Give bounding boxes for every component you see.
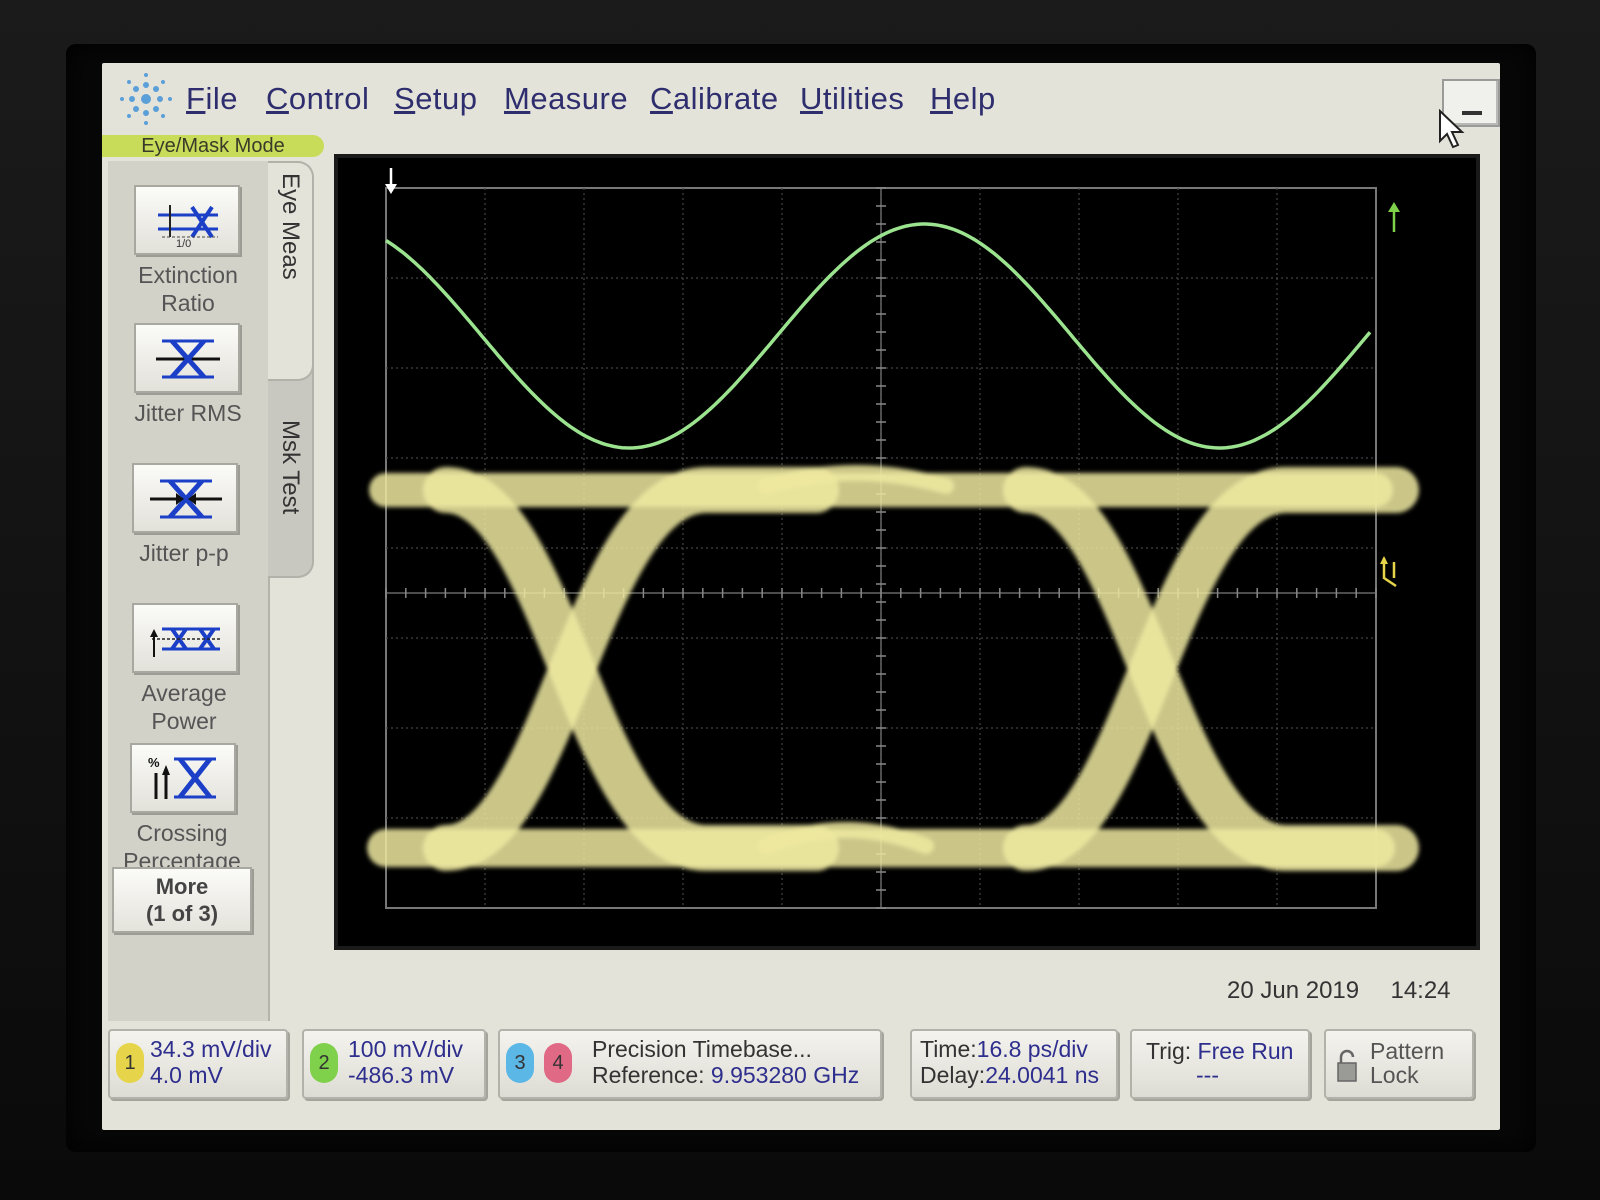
channel1-marker-icon <box>1380 556 1397 588</box>
trigger-status[interactable]: Trig: Free Run --- <box>1130 1029 1310 1099</box>
mode-label: Eye/Mask Mode <box>102 135 324 157</box>
agilent-spark-logo-icon <box>120 73 172 125</box>
menu-bar: File Control Setup Measure Calibrate Uti… <box>102 63 1500 149</box>
crossing-percentage-button[interactable]: % <box>130 743 236 813</box>
channel2-scale: 100 mV/div <box>348 1036 464 1062</box>
tab-eye-meas[interactable]: Eye Meas <box>268 161 314 381</box>
lock-icon <box>1337 1049 1357 1082</box>
datetime: 20 Jun 2019 14:24 <box>1227 977 1451 1005</box>
trigger-label: Trig: <box>1146 1038 1192 1064</box>
delay-value: 24.0041 ns <box>985 1062 1100 1088</box>
crossing-percentage-label-line1: Crossing <box>136 820 228 846</box>
jitter-pp-label-line1: Jitter p-p <box>139 540 229 566</box>
delay: Delay:24.0041 ns <box>920 1063 1099 1088</box>
channel1-status[interactable]: 1 34.3 mV/div 4.0 mV <box>108 1029 288 1099</box>
menu-utilities[interactable]: Utilities <box>800 81 904 117</box>
tab-eye-meas-label: Eye Meas <box>277 173 304 280</box>
svg-text:1/0: 1/0 <box>176 238 191 249</box>
crossing-percentage-icon: % <box>148 755 216 799</box>
channel2-status[interactable]: 2 100 mV/div -486.3 mV <box>302 1029 486 1099</box>
jitter-rms-icon <box>156 339 220 379</box>
tab-msk-test-label: Msk Test <box>277 420 304 515</box>
menu-measure[interactable]: Measure <box>504 81 628 117</box>
timebase-title: Precision Timebase... <box>592 1036 812 1062</box>
average-power-icon <box>150 627 222 657</box>
horizontal-status[interactable]: Time:16.8 ps/div Delay:24.0041 ns <box>910 1029 1118 1099</box>
extinction-ratio-label-line1: Extinction <box>138 262 238 288</box>
average-power-label-line2: Power <box>151 708 217 734</box>
svg-text:%: % <box>148 755 160 770</box>
channel4-indicator: 4 <box>544 1043 572 1083</box>
more-button-line2: (1 of 3) <box>145 901 219 926</box>
channel3-indicator: 3 <box>506 1043 534 1083</box>
timebase-reference: Reference: 9.953280 GHz <box>592 1063 859 1088</box>
menu-setup[interactable]: Setup <box>394 81 478 117</box>
pattern-lock-line1: Pattern <box>1370 1038 1445 1064</box>
date-text: 20 Jun 2019 <box>1227 977 1360 1004</box>
extinction-ratio-label: Extinction Ratio <box>108 261 268 317</box>
menu-calibrate[interactable]: Calibrate <box>650 81 779 117</box>
extinction-ratio-icon: 1/0 <box>158 205 218 249</box>
timebase-status[interactable]: 3 4 Precision Timebase... Reference: 9.9… <box>498 1029 882 1099</box>
menu-help[interactable]: Help <box>930 81 996 117</box>
channel2-marker-icon <box>1388 202 1400 232</box>
waveform-display[interactable] <box>338 158 1476 946</box>
channel2-indicator: 2 <box>310 1043 338 1083</box>
jitter-rms-label-line1: Jitter RMS <box>134 400 242 426</box>
jitter-rms-button[interactable] <box>134 323 240 393</box>
jitter-pp-icon <box>150 479 222 519</box>
jitter-pp-label: Jitter p-p <box>104 539 264 567</box>
channel1-indicator: 1 <box>116 1043 144 1083</box>
eye-diagram-trace <box>367 465 1419 871</box>
reference-label: Reference: <box>592 1062 705 1088</box>
more-button-line1: More <box>155 874 209 899</box>
pattern-lock-line2: Lock <box>1370 1062 1419 1088</box>
pattern-lock-button[interactable]: Pattern Lock <box>1324 1029 1474 1099</box>
menu-file[interactable]: File <box>186 81 238 117</box>
clock-sine-trace <box>385 222 1372 450</box>
extinction-ratio-button[interactable]: 1/0 <box>134 185 240 255</box>
trigger-value: Free Run <box>1197 1038 1294 1064</box>
reference-value: 9.953280 GHz <box>710 1062 860 1088</box>
trigger-mode: Trig: Free Run <box>1146 1039 1293 1064</box>
channel1-scale: 34.3 mV/div <box>150 1036 272 1062</box>
jitter-rms-label: Jitter RMS <box>108 399 268 427</box>
time-text: 14:24 <box>1390 977 1451 1004</box>
more-button[interactable]: More (1 of 3) <box>112 867 252 933</box>
average-power-label-line1: Average <box>141 680 227 706</box>
time-label: Time: <box>920 1036 977 1062</box>
trigger-sub: --- <box>1196 1062 1219 1088</box>
channel2-offset: -486.3 mV <box>348 1062 455 1088</box>
menu-control[interactable]: Control <box>266 81 369 117</box>
scope-ui: File Control Setup Measure Calibrate Uti… <box>102 63 1500 1130</box>
delay-label: Delay: <box>920 1062 986 1088</box>
time-value: 16.8 ps/div <box>976 1036 1088 1062</box>
waveform-graticule <box>367 168 1419 909</box>
extinction-ratio-label-line2: Ratio <box>161 290 215 316</box>
average-power-label: Average Power <box>104 679 264 735</box>
mouse-cursor-icon <box>1439 109 1465 149</box>
time-per-div: Time:16.8 ps/div <box>920 1037 1088 1062</box>
channel1-offset: 4.0 mV <box>150 1062 223 1088</box>
average-power-button[interactable] <box>132 603 238 673</box>
jitter-pp-button[interactable] <box>132 463 238 533</box>
